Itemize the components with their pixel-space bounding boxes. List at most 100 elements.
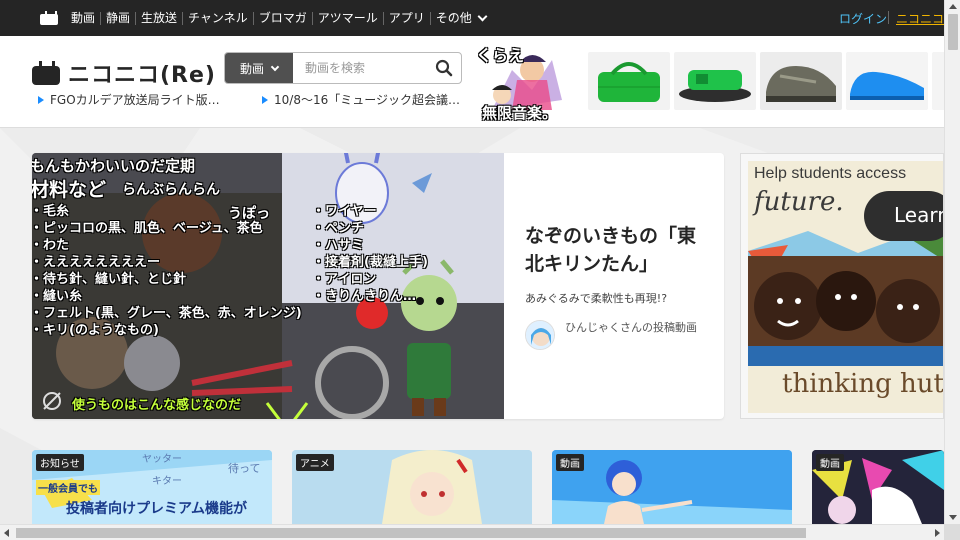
site-logo[interactable]: ニコニコ(Re) [32,57,216,89]
blue-shoe-image [850,71,924,100]
register-link[interactable]: ニコニコ会員 [896,10,944,27]
search-box: 動画 [224,52,462,84]
scroll-thumb[interactable] [16,528,806,538]
ad-product-sneaker[interactable] [760,52,842,110]
overlay-line: ・わた [32,238,70,253]
nav-app[interactable]: アプリ [384,11,431,25]
nav-atsumaru[interactable]: アツマール [313,11,384,25]
overlay-line: ・接着剤(裁縫上手) [312,255,428,270]
card-anime[interactable]: アニメ [292,450,532,524]
nav-channel[interactable]: チャンネル [183,11,254,25]
nav-more-label: その他 [435,10,472,25]
product-ad-strip[interactable] [588,52,944,110]
overlay-line: ・ピッコロの黒、肌色、ベージュ、茶色 [32,221,263,236]
content-cards-row: お知らせ ヤッター 待って キター 一般会員でも 投稿者向けプレミアム機能が ア… [32,450,944,524]
card-tag: アニメ [296,454,334,471]
search-category-select[interactable]: 動画 [225,53,293,83]
scroll-up-arrow-icon[interactable] [949,4,957,9]
nav-seiga[interactable]: 静画 [101,11,137,25]
niconico-tv-icon[interactable] [40,11,58,25]
ad-product-blue-shoe[interactable] [846,52,928,110]
featured-uploader[interactable]: ひんじゃくさんの投稿動画 [565,320,705,335]
scroll-left-arrow-icon[interactable] [4,529,9,537]
gray-sneaker-image [766,66,836,102]
logo-text: ニコニコ(Re) [68,63,216,88]
news-text: FGOカルデア放送局ライト版… [50,93,220,107]
scroll-right-arrow-icon[interactable] [935,529,940,537]
card-text: ヤッター [142,454,182,465]
nav-blomaga[interactable]: ブロマガ [254,11,313,25]
nav-more[interactable]: その他 [431,10,491,25]
overlay-line: ・待ち針、縫い針、とじ針 [32,272,187,287]
news-text: 10/8～16「ミュージック超会議… [274,93,460,107]
promo-text-1: くらえ [476,46,525,65]
divider [888,11,889,24]
overlay-line: ・ワイヤー [312,204,377,219]
video-thumbnail [552,450,792,524]
vertical-scrollbar[interactable] [944,0,960,524]
chevron-down-icon [477,11,488,21]
ad-banner: Help students access future. Learn think… [748,161,944,413]
featured-thumbnail[interactable]: もんもかわいいのだ定期 材料など らんぶらんらん うぽっ ・毛糸 ・ピッコロの黒… [32,153,504,419]
promo-banner[interactable]: くらえ 無限音楽。 [462,40,570,124]
user-avatar[interactable] [525,320,555,350]
featured-title[interactable]: なぞのいきもの「東北キリンたん」 [525,222,705,278]
card-tag: 動画 [816,454,844,471]
green-bag-image [598,62,660,102]
scroll-down-arrow-icon[interactable] [949,515,957,520]
card-tag: 動画 [556,454,584,471]
overlay-line: ・フェルト(黒、グレー、茶色、赤、オレンジ) [32,306,302,321]
scroll-thumb[interactable] [948,14,958,50]
ad-headline-2: future. [754,187,844,217]
ad-cta-button[interactable]: Learn [864,191,943,241]
service-nav: 動画 静画 生放送 チャンネル ブロマガ アツマール アプリ その他 [66,10,491,25]
user-avatar-image [526,321,554,349]
red-item-image [932,52,944,110]
card-text: キター [152,476,182,487]
overlay-text-ranran: らんぶらんらん [122,182,220,198]
nav-live[interactable]: 生放送 [136,11,184,25]
side-advertisement[interactable]: Help students access future. Learn think… [740,153,944,419]
nav-video[interactable]: 動画 [66,11,102,25]
card-tag: お知らせ [36,454,84,471]
overlay-line: ・縫い糸 [32,289,83,304]
search-category-label: 動画 [239,61,264,76]
overlay-line: ・ハサミ [312,238,365,253]
overlay-list-right: ・ワイヤー ・ペンチ ・ハサミ ・接着剤(裁縫上手) ・アイロン ・きりんきりん… [312,203,428,305]
overlay-text-materials: 材料など [32,179,107,201]
featured-subtitle: あみぐるみで柔軟性も再現!? [525,292,668,305]
overlay-line: ・ええええええええー [32,255,161,270]
ad-product-bag[interactable] [588,52,670,110]
ad-product-red[interactable] [932,52,944,110]
card-video[interactable]: 動画 [552,450,792,524]
news-item[interactable]: 10/8～16「ミュージック超会議… [262,91,462,108]
arrow-right-icon [262,95,268,104]
top-navigation-bar: 動画 静画 生放送 チャンネル ブロマガ アツマール アプリ その他 [0,0,944,36]
scrollbar-corner [944,524,960,540]
login-link[interactable]: ログイン [839,10,887,27]
site-header: ニコニコ(Re) 動画 FGOカルデア放送局ライト版… 10/8～16「ミュージ… [0,36,944,128]
overlay-line: ・毛糸 [32,204,70,219]
horizontal-scrollbar[interactable] [0,524,944,540]
card-announcement[interactable]: お知らせ ヤッター 待って キター 一般会員でも 投稿者向けプレミアム機能が [32,450,272,524]
card-video[interactable]: 動画 [812,450,944,524]
main-content: もんもかわいいのだ定期 材料など らんぶらんらん うぽっ ・毛糸 ・ピッコロの黒… [0,128,944,524]
overlay-text-top: もんもかわいいのだ定期 [32,157,196,175]
tv-logo-icon [32,61,60,85]
ad-product-sandal[interactable] [674,52,756,110]
overlay-text-bottom: 使うものはこんな感じなのだ [72,398,242,413]
featured-video-card[interactable]: もんもかわいいのだ定期 材料など らんぶらんらん うぽっ ・毛糸 ・ピッコロの黒… [32,153,724,419]
search-icon [435,59,453,77]
card-title: 投稿者向けプレミアム機能が [66,501,248,517]
promo-text-2: 無限音楽。 [482,104,558,122]
chevron-down-icon [270,62,280,71]
overlay-line: ・キリ(のようなもの) [32,323,159,338]
ad-brand: thinking huts [782,369,944,399]
search-input[interactable] [293,53,427,83]
overlay-list-left: ・毛糸 ・ピッコロの黒、肌色、ベージュ、茶色 ・わた ・ええええええええー ・待… [32,203,302,339]
news-item[interactable]: FGOカルデア放送局ライト版… [38,91,220,108]
search-button[interactable] [427,53,461,83]
card-text: 一般会員でも [36,480,100,495]
green-sandal-image [679,70,751,102]
arrow-right-icon [38,95,44,104]
